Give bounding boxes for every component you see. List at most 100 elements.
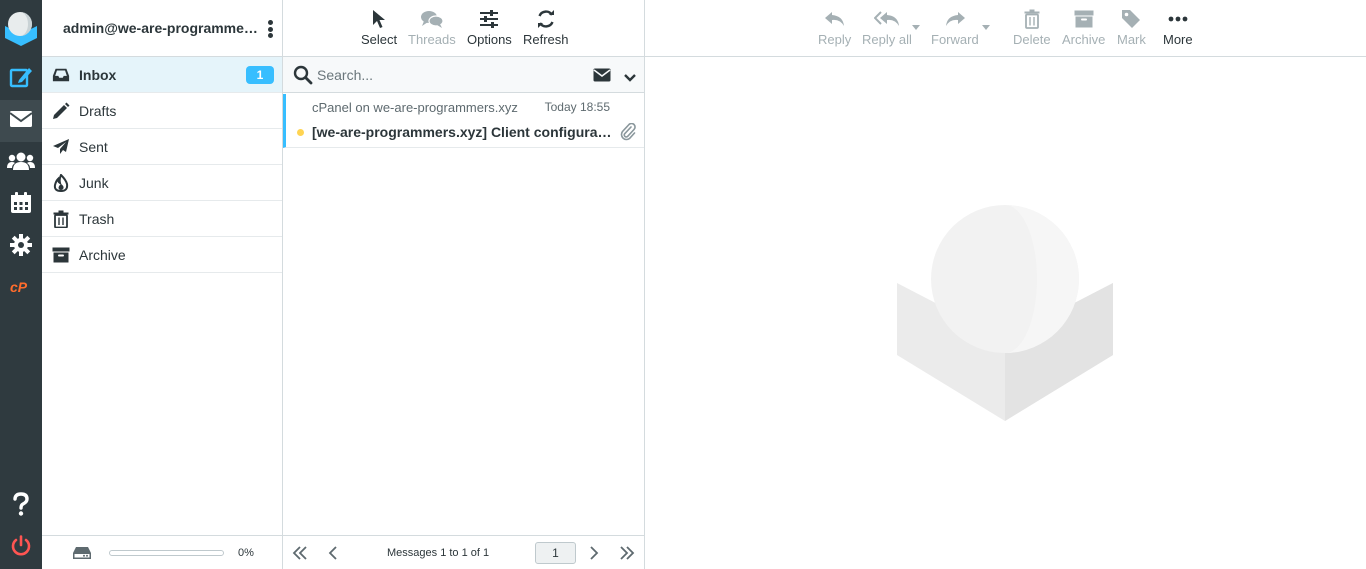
quota-bar	[109, 550, 224, 556]
sliders-icon	[479, 6, 499, 32]
message-toolbar: Reply Reply all Forward Delete Archive M…	[645, 0, 1366, 57]
search-icon[interactable]	[293, 65, 313, 90]
webmail-app: cP admin@we-are-programmers.xyz Inbox 1 …	[0, 0, 1366, 569]
folder-archive[interactable]: Archive	[42, 237, 282, 273]
hard-drive-icon	[72, 546, 92, 565]
next-page-icon[interactable]	[589, 546, 599, 565]
threads-button[interactable]: Threads	[408, 6, 456, 47]
paper-plane-icon	[52, 138, 70, 156]
question-icon	[12, 491, 30, 521]
message-sender: cPanel on we-are-programmers.xyz	[312, 100, 518, 115]
folder-label: Inbox	[79, 66, 117, 83]
mark-button[interactable]: Mark	[1117, 6, 1146, 47]
roundcube-watermark-icon	[897, 205, 1113, 426]
reply-all-dropdown-icon[interactable]	[912, 25, 920, 30]
help-button[interactable]	[0, 485, 42, 527]
reply-all-button[interactable]: Reply all	[862, 6, 912, 47]
folder-drafts[interactable]: Drafts	[42, 93, 282, 129]
reply-label: Reply	[818, 32, 852, 47]
folder-sent[interactable]: Sent	[42, 129, 282, 165]
cpanel-logo-icon: cP	[10, 279, 32, 300]
forward-icon	[944, 6, 966, 32]
message-list-pane: Select Threads Options Refresh Search...…	[283, 0, 645, 569]
unread-dot-icon[interactable]	[297, 129, 304, 136]
paperclip-icon	[620, 122, 636, 146]
account-username: admin@we-are-programmers.xyz	[63, 20, 263, 36]
list-toolbar: Select Threads Options Refresh	[283, 0, 644, 57]
forward-label: Forward	[931, 32, 979, 47]
options-label: Options	[467, 32, 512, 47]
folder-list: Inbox 1 Drafts Sent Junk Trash Archive	[42, 57, 282, 273]
more-button[interactable]: More	[1163, 6, 1193, 47]
archive-button[interactable]: Archive	[1062, 6, 1105, 47]
calendar-icon	[10, 191, 32, 219]
previous-page-icon[interactable]	[328, 546, 338, 565]
search-bar	[283, 57, 644, 93]
roundcube-logo-icon[interactable]	[3, 8, 39, 46]
folder-pane: admin@we-are-programmers.xyz Inbox 1 Dra…	[42, 0, 283, 569]
cpanel-button[interactable]: cP	[0, 268, 42, 310]
ellipsis-icon	[1168, 6, 1188, 32]
options-button[interactable]: Options	[467, 6, 512, 47]
settings-button[interactable]	[0, 226, 42, 268]
reply-button[interactable]: Reply	[818, 6, 851, 47]
folder-header: admin@we-are-programmers.xyz	[42, 0, 282, 57]
contacts-button[interactable]	[0, 142, 42, 184]
forward-button[interactable]: Forward	[931, 6, 979, 47]
folder-trash[interactable]: Trash	[42, 201, 282, 237]
forward-dropdown-icon[interactable]	[982, 25, 990, 30]
reply-all-label: Reply all	[862, 32, 912, 47]
trash-icon	[52, 210, 70, 228]
folder-label: Drafts	[79, 102, 117, 119]
reply-all-icon	[873, 6, 900, 32]
threads-label: Threads	[408, 32, 456, 47]
cursor-icon	[372, 6, 386, 32]
envelope-filter-icon[interactable]	[593, 68, 611, 87]
list-footer: Messages 1 to 1 of 1 1	[283, 535, 644, 569]
chevron-down-icon[interactable]	[624, 70, 636, 88]
comments-icon	[420, 6, 444, 32]
delete-button[interactable]: Delete	[1013, 6, 1051, 47]
svg-text:cP: cP	[10, 279, 28, 295]
folder-inbox[interactable]: Inbox 1	[42, 57, 282, 93]
folder-label: Junk	[79, 174, 109, 191]
account-menu-icon[interactable]	[268, 20, 274, 38]
select-label: Select	[361, 32, 398, 47]
archive-icon	[1074, 6, 1094, 32]
message-row[interactable]: cPanel on we-are-programmers.xyz Today 1…	[283, 94, 644, 148]
compose-button[interactable]	[0, 58, 42, 100]
select-button[interactable]: Select	[361, 6, 397, 47]
message-preview-pane: Reply Reply all Forward Delete Archive M…	[645, 0, 1366, 569]
envelope-icon	[9, 109, 33, 134]
reply-icon	[824, 6, 846, 32]
tag-icon	[1121, 6, 1141, 32]
quota-footer: 0%	[42, 535, 282, 569]
more-label: More	[1163, 32, 1193, 47]
refresh-label: Refresh	[523, 32, 569, 47]
message-subject: [we-are-programmers.xyz] Client configur…	[312, 124, 612, 140]
first-page-icon[interactable]	[292, 546, 308, 565]
page-number-input[interactable]: 1	[535, 542, 576, 564]
refresh-button[interactable]: Refresh	[523, 6, 569, 47]
quota-percent: 0%	[238, 547, 254, 559]
refresh-icon	[536, 6, 556, 32]
search-input[interactable]	[317, 65, 577, 85]
calendar-button[interactable]	[0, 184, 42, 226]
unread-badge: 1	[246, 66, 274, 84]
power-icon	[10, 534, 32, 562]
gear-icon	[10, 233, 32, 261]
mark-label: Mark	[1117, 32, 1146, 47]
logout-button[interactable]	[0, 527, 42, 569]
folder-label: Sent	[79, 138, 108, 155]
delete-label: Delete	[1013, 32, 1051, 47]
folder-label: Archive	[79, 246, 126, 263]
mail-button[interactable]	[0, 100, 42, 142]
message-date: Today 18:55	[544, 100, 610, 114]
folder-junk[interactable]: Junk	[42, 165, 282, 201]
inbox-icon	[52, 66, 70, 84]
compose-icon	[9, 65, 33, 94]
trash-icon	[1024, 6, 1040, 32]
message-count: Messages 1 to 1 of 1	[387, 547, 490, 559]
pencil-icon	[52, 102, 70, 120]
last-page-icon[interactable]	[619, 546, 635, 565]
